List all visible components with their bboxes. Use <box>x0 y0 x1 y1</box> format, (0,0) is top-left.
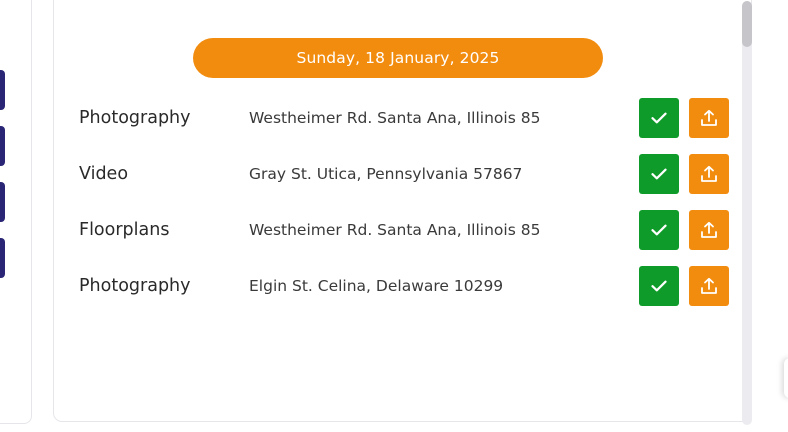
card-scrollbar[interactable] <box>742 1 752 425</box>
service-type: Photography <box>79 108 191 128</box>
schedule-card: Sunday, 18 January, 2025 Photography Wes… <box>53 0 752 425</box>
upload-icon <box>701 277 717 294</box>
service-type: Photography <box>79 276 191 296</box>
job-address: Westheimer Rd. Santa Ana, Illinois 85 <box>249 221 541 239</box>
sidebar-tab[interactable] <box>0 70 5 110</box>
upload-button[interactable] <box>689 266 729 306</box>
sidebar-tab[interactable] <box>0 182 5 222</box>
upload-icon <box>701 109 717 126</box>
job-address: Elgin St. Celina, Delaware 10299 <box>249 277 504 295</box>
service-type: Floorplans <box>79 220 170 240</box>
check-icon <box>651 168 667 180</box>
sidebar-tab[interactable] <box>0 238 5 278</box>
job-row: Floorplans Westheimer Rd. Santa Ana, Ill… <box>54 210 744 250</box>
job-row: Photography Westheimer Rd. Santa Ana, Il… <box>54 98 744 138</box>
confirm-button[interactable] <box>639 154 679 194</box>
card-scroll-thumb[interactable] <box>742 1 752 47</box>
upload-button[interactable] <box>689 210 729 250</box>
job-address: Westheimer Rd. Santa Ana, Illinois 85 <box>249 109 541 127</box>
confirm-button[interactable] <box>639 98 679 138</box>
check-icon <box>651 112 667 124</box>
check-icon <box>651 224 667 236</box>
check-icon <box>651 280 667 292</box>
date-header: Sunday, 18 January, 2025 <box>193 38 603 78</box>
upload-button[interactable] <box>689 154 729 194</box>
job-address: Gray St. Utica, Pennsylvania 57867 <box>249 165 523 183</box>
upload-button[interactable] <box>689 98 729 138</box>
confirm-button[interactable] <box>639 210 679 250</box>
job-row: Video Gray St. Utica, Pennsylvania 57867 <box>54 154 744 194</box>
job-row: Photography Elgin St. Celina, Delaware 1… <box>54 266 744 306</box>
confirm-button[interactable] <box>639 266 679 306</box>
upload-icon <box>701 221 717 238</box>
service-type: Video <box>79 164 129 184</box>
page: Sunday, 18 January, 2025 Photography Wes… <box>0 0 788 432</box>
offscreen-panel-edge <box>784 358 788 398</box>
sidebar-tab[interactable] <box>0 126 5 166</box>
upload-icon <box>701 165 717 182</box>
